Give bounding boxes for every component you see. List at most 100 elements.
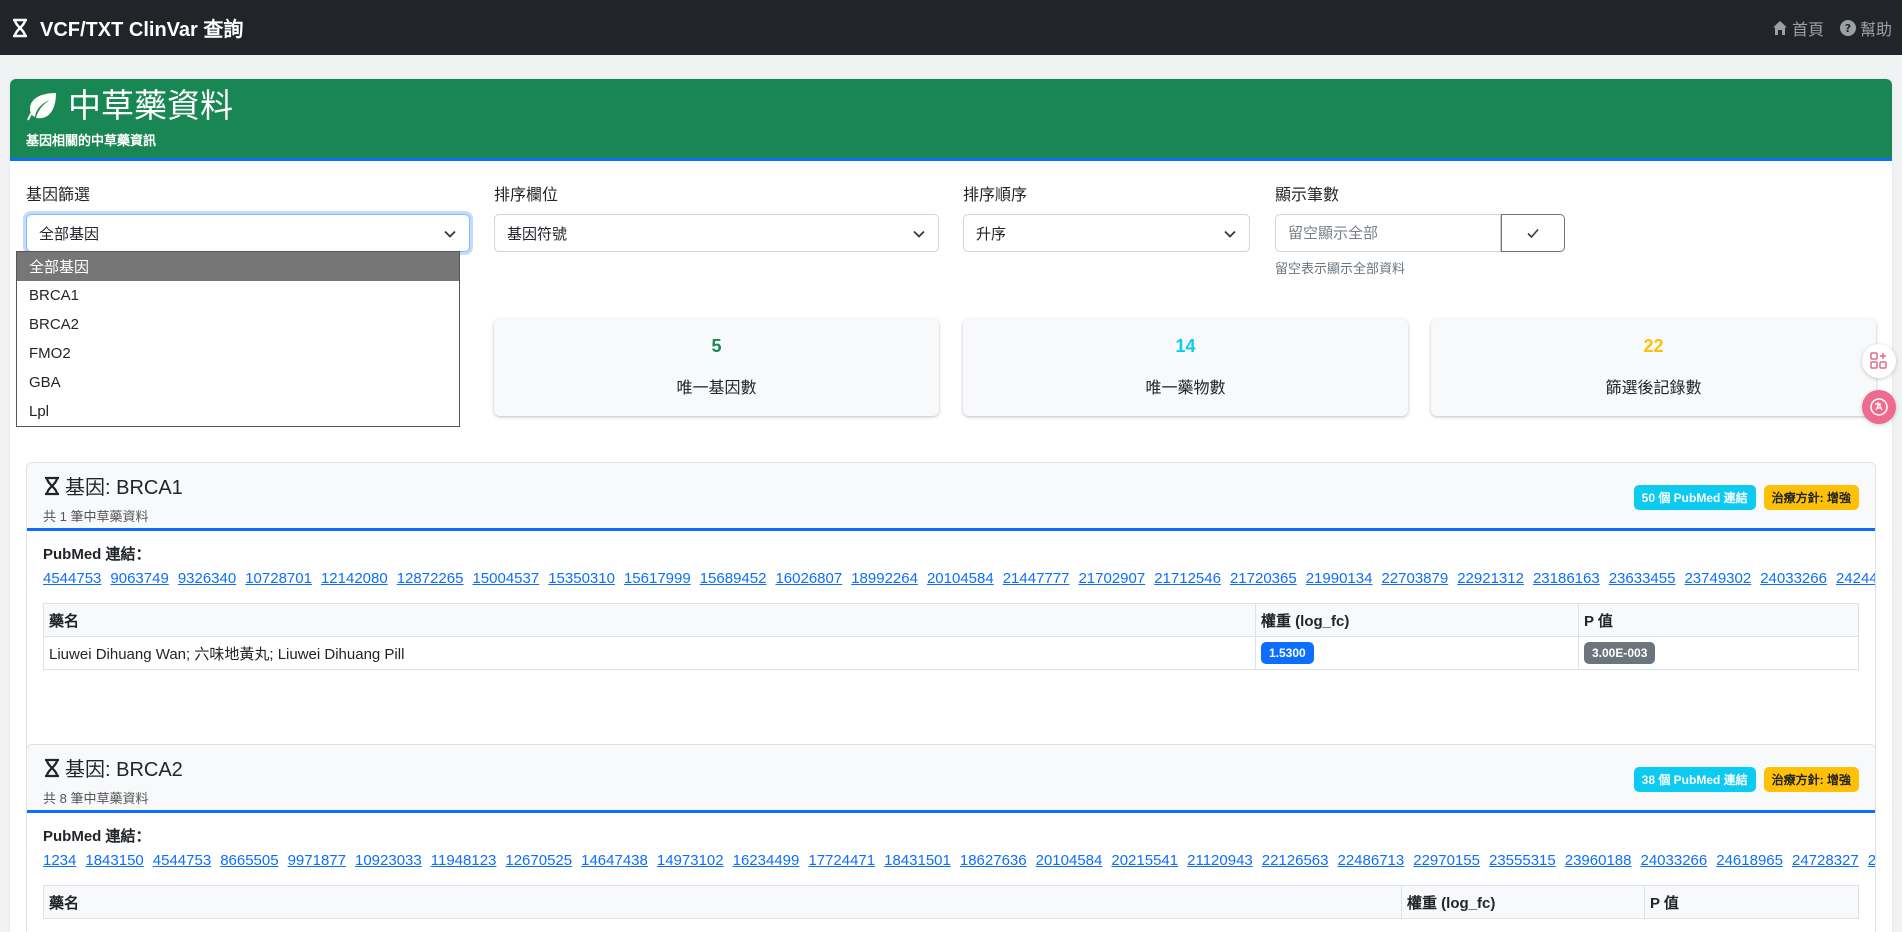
pubmed-link[interactable]: 23555315 bbox=[1489, 852, 1556, 869]
pubmed-link[interactable]: 9326340 bbox=[178, 570, 236, 587]
pubmed-link[interactable]: 24033266 bbox=[1641, 852, 1708, 869]
pubmed-link[interactable]: 18627636 bbox=[960, 852, 1027, 869]
pubmed-link[interactable]: 23749302 bbox=[1684, 570, 1751, 587]
pubmed-link[interactable]: 25348012 bbox=[1868, 852, 1875, 869]
pubmed-link[interactable]: 15350310 bbox=[548, 570, 615, 587]
gene-title: 基因: BRCA1 bbox=[65, 477, 183, 499]
pubmed-link[interactable]: 21702907 bbox=[1078, 570, 1145, 587]
chevron-down-icon bbox=[913, 230, 925, 238]
col-weight: 權重 (log_fc) bbox=[1255, 603, 1579, 637]
gene-record-count: 共 1 筆中草藥資料 bbox=[43, 509, 149, 524]
gene-title: 基因: BRCA2 bbox=[65, 759, 183, 781]
pubmed-link[interactable]: 22126563 bbox=[1262, 852, 1329, 869]
sort-order-select[interactable]: 升序 bbox=[963, 214, 1250, 252]
dna-icon bbox=[45, 476, 59, 495]
pubmed-label: PubMed 連結： bbox=[43, 828, 151, 845]
pubmed-link[interactable]: 15617999 bbox=[624, 570, 691, 587]
pubmed-link[interactable]: 21712546 bbox=[1154, 570, 1221, 587]
pubmed-link[interactable]: 22970155 bbox=[1413, 852, 1480, 869]
treatment-policy-badge: 治療方針: 增強 bbox=[1763, 767, 1859, 792]
pubmed-link[interactable]: 20104584 bbox=[927, 570, 994, 587]
pubmed-link[interactable]: 24618965 bbox=[1716, 852, 1783, 869]
pubmed-link[interactable]: 12142080 bbox=[321, 570, 388, 587]
stat-unique-drugs: 14 唯一藥物數 bbox=[963, 319, 1408, 416]
pubmed-link[interactable]: 22486713 bbox=[1338, 852, 1405, 869]
sort-order-value: 升序 bbox=[976, 225, 1007, 243]
pubmed-links: PubMed 連結： 1234 1843150 4544753 8665505 99718… bbox=[43, 825, 1875, 873]
gene-card-brca2: 基因: BRCA2 共 8 筆中草藥資料 38 個 PubMed 連結 治療方針… bbox=[26, 744, 1876, 932]
pubmed-link[interactable]: 12670525 bbox=[505, 852, 572, 869]
pubmed-link[interactable]: 8665505 bbox=[220, 852, 278, 869]
pubmed-link[interactable]: 9971877 bbox=[288, 852, 346, 869]
pubmed-link[interactable]: 9063749 bbox=[110, 570, 168, 587]
col-p-value: P 值 bbox=[1644, 885, 1859, 919]
pubmed-link[interactable]: 18431501 bbox=[884, 852, 951, 869]
gene-option[interactable]: GBA bbox=[17, 368, 459, 397]
pubmed-link[interactable]: 15004537 bbox=[472, 570, 539, 587]
pubmed-link[interactable]: 10923033 bbox=[355, 852, 422, 869]
gene-filter-value: 全部基因 bbox=[39, 225, 100, 243]
nav-help[interactable]: ? 幫助 bbox=[1839, 16, 1892, 40]
pubmed-link[interactable]: 11948123 bbox=[431, 852, 497, 869]
leaf-icon bbox=[27, 92, 56, 120]
gene-option[interactable]: BRCA2 bbox=[17, 310, 459, 339]
apply-button[interactable] bbox=[1501, 214, 1565, 252]
pubmed-link[interactable]: 21990134 bbox=[1306, 570, 1373, 587]
grid-add-icon[interactable] bbox=[1862, 344, 1896, 378]
gene-option[interactable]: Lpl bbox=[17, 397, 459, 426]
pubmed-link[interactable]: 22703879 bbox=[1381, 570, 1448, 587]
pubmed-link[interactable]: 21447777 bbox=[1003, 570, 1070, 587]
pubmed-link[interactable]: 24033266 bbox=[1760, 570, 1827, 587]
col-drug-name: 藥名 bbox=[43, 603, 1256, 637]
col-drug-name: 藥名 bbox=[43, 885, 1402, 919]
nav-home-label: 首頁 bbox=[1791, 21, 1824, 39]
pubmed-link[interactable]: 4544753 bbox=[43, 570, 101, 587]
pubmed-link[interactable]: 12872265 bbox=[397, 570, 464, 587]
pubmed-link[interactable]: 20104584 bbox=[1036, 852, 1103, 869]
page-title: 中草藥資料 bbox=[68, 87, 233, 124]
pubmed-count-badge: 38 個 PubMed 連結 bbox=[1633, 767, 1756, 792]
gene-card-header: 基因: BRCA1 共 1 筆中草藥資料 50 個 PubMed 連結 治療方針… bbox=[27, 463, 1875, 531]
gene-filter-dropdown: 全部基因 BRCA1 BRCA2 FMO2 GBA Lpl bbox=[16, 251, 460, 427]
herb-table: 藥名 權重 (log_fc) P 值 Liuwei Dihuang Wan; 六… bbox=[43, 603, 1859, 670]
treatment-policy-badge: 治療方針: 增強 bbox=[1763, 485, 1859, 510]
pubmed-link[interactable]: 14647438 bbox=[581, 852, 648, 869]
pubmed-link[interactable]: 1843150 bbox=[85, 852, 143, 869]
pubmed-links: PubMed 連結： 4544753 9063749 9326340 10728701 1… bbox=[43, 543, 1875, 591]
svg-text:?: ? bbox=[1845, 22, 1851, 35]
pubmed-link[interactable]: 24244370 bbox=[1836, 570, 1875, 587]
pubmed-link[interactable]: 20215541 bbox=[1111, 852, 1178, 869]
gene-option[interactable]: FMO2 bbox=[17, 339, 459, 368]
count-input[interactable] bbox=[1275, 214, 1501, 252]
question-circle-icon: ? bbox=[1839, 19, 1856, 36]
dna-icon bbox=[45, 758, 59, 777]
pubmed-link[interactable]: 15689452 bbox=[700, 570, 767, 587]
pubmed-link[interactable]: 16234499 bbox=[733, 852, 800, 869]
pubmed-link[interactable]: 18992264 bbox=[851, 570, 918, 587]
pubmed-link[interactable]: 14973102 bbox=[657, 852, 724, 869]
pubmed-link[interactable]: 23633455 bbox=[1609, 570, 1676, 587]
pubmed-link[interactable]: 21120943 bbox=[1187, 852, 1253, 869]
pubmed-link[interactable]: 21720365 bbox=[1230, 570, 1297, 587]
pubmed-link[interactable]: 17724471 bbox=[808, 852, 875, 869]
stat-value: 14 bbox=[1175, 336, 1196, 356]
brand[interactable]: VCF/TXT ClinVar 查詢 bbox=[10, 13, 243, 42]
pubmed-link[interactable]: 22921312 bbox=[1457, 570, 1524, 587]
pubmed-link[interactable]: 1234 bbox=[43, 852, 76, 869]
pubmed-link[interactable]: 23186163 bbox=[1533, 570, 1600, 587]
pubmed-link[interactable]: 16026807 bbox=[775, 570, 842, 587]
sort-field-select[interactable]: 基因符號 bbox=[494, 214, 939, 252]
gene-option[interactable]: 全部基因 bbox=[17, 252, 459, 281]
chevron-down-icon bbox=[444, 230, 456, 238]
gene-option[interactable]: BRCA1 bbox=[17, 281, 459, 310]
gene-filter-select[interactable]: 全部基因 bbox=[26, 214, 470, 252]
pubmed-link[interactable]: 10728701 bbox=[245, 570, 312, 587]
translate-icon[interactable] bbox=[1862, 390, 1896, 424]
pubmed-link[interactable]: 4544753 bbox=[153, 852, 211, 869]
pubmed-link[interactable]: 23960188 bbox=[1565, 852, 1632, 869]
nav-home[interactable]: 首頁 bbox=[1772, 16, 1824, 40]
gene-filter-group: 基因篩選 全部基因 bbox=[26, 181, 470, 252]
home-icon bbox=[1772, 20, 1787, 35]
pubmed-link[interactable]: 24728327 bbox=[1792, 852, 1859, 869]
gene-filter-label: 基因篩選 bbox=[26, 187, 91, 204]
